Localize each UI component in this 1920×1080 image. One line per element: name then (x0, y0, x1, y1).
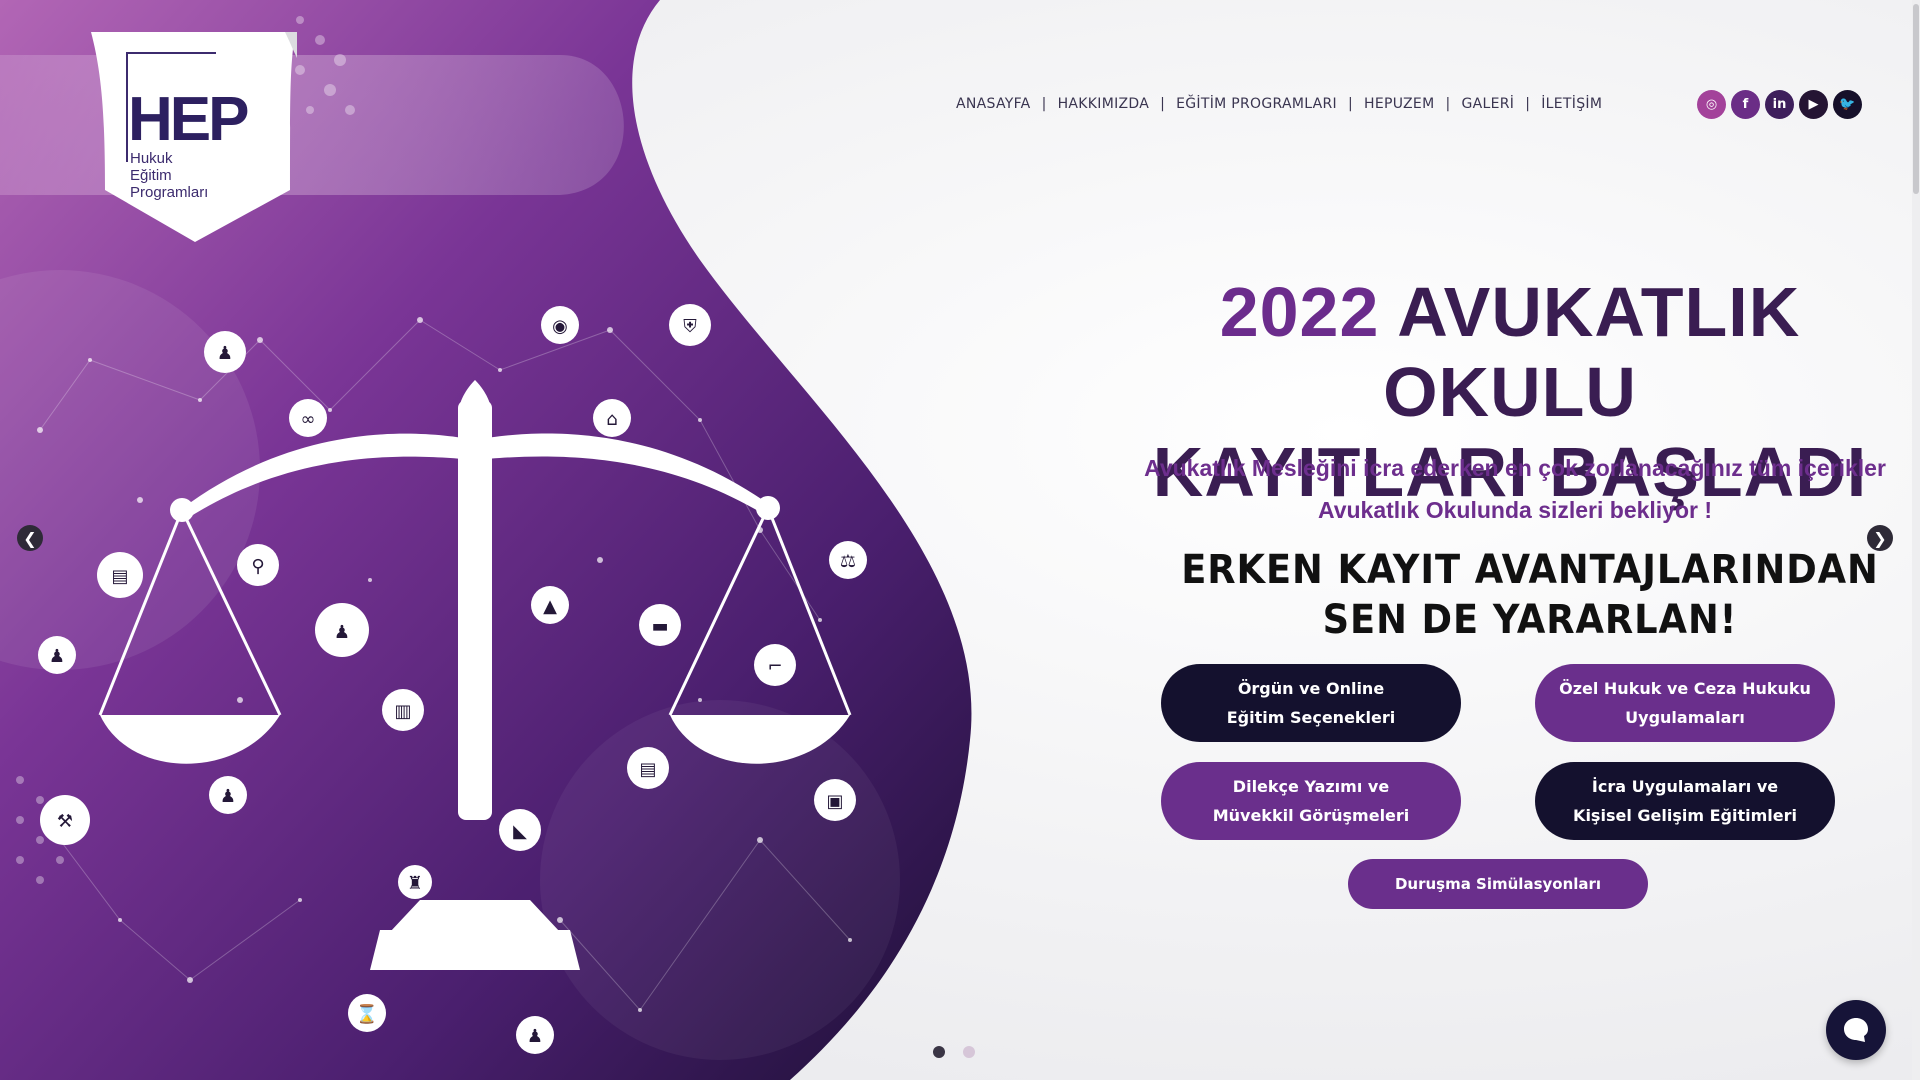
instagram-icon[interactable]: ◎ (1697, 90, 1726, 119)
nav-hepuzem[interactable]: HEPUZEM (1364, 96, 1434, 112)
button-line: Özel Hukuk ve Ceza Hukuku (1559, 679, 1811, 698)
button-ozel-ceza-hukuku[interactable]: Özel Hukuk ve Ceza Hukuku Uygulamaları (1535, 664, 1835, 742)
nav-separator: | (1445, 96, 1451, 112)
chat-bubble-icon (1844, 1018, 1868, 1042)
slider-next-arrow-icon[interactable]: ❯ (1867, 525, 1893, 551)
facebook-icon[interactable]: f (1731, 90, 1760, 119)
svg-text:♟: ♟ (334, 622, 350, 643)
site-logo[interactable]: HEP Hukuk Eğitim Programları (85, 30, 305, 245)
button-line: Eğitim Seçenekleri (1226, 708, 1396, 727)
button-line: Müvekkil Görüşmeleri (1212, 806, 1410, 825)
nav-iletisim[interactable]: İLETİŞİM (1541, 96, 1602, 112)
main-navigation: ANASAYFA | HAKKIMIZDA | EĞİTİM PROGRAMLA… (956, 96, 1602, 112)
svg-text:⌛: ⌛ (356, 1003, 378, 1025)
svg-text:▥: ▥ (394, 701, 411, 722)
button-orgun-online[interactable]: Örgün ve Online Eğitim Seçenekleri (1161, 664, 1461, 742)
nav-separator: | (1525, 96, 1531, 112)
svg-text:▲: ▲ (543, 596, 557, 617)
svg-text:♟: ♟ (527, 1026, 543, 1047)
page: ♟ ◉ ⛨ ∞ ⌂ ▤ ⚲ ♟ ▲ ▬ ⌐ ⚖ ♟ ▥ ▤ ▣ ♟ ⚒ ◣ ♜ ⌛ ♟ HEP Hukuk … (0, 0, 1920, 1080)
svg-text:♟: ♟ (49, 646, 65, 667)
hero-subtitle-line1: Avukatlık Mesleğini icra ederken en çok … (1144, 455, 1886, 481)
svg-text:⌂: ⌂ (606, 409, 617, 430)
svg-text:▤: ▤ (111, 566, 128, 587)
promo-line1: ERKEN KAYIT AVANTAJLARINDAN (1181, 547, 1879, 593)
hero-subtitle-line2: Avukatlık Okulunda sizleri bekliyor ! (1317, 497, 1713, 523)
nav-egitim-programlari[interactable]: EĞİTİM PROGRAMLARI (1176, 96, 1337, 112)
svg-text:◣: ◣ (513, 821, 527, 842)
button-icra-kisisel-gelisim[interactable]: İcra Uygulamaları ve Kişisel Gelişim Eğit… (1535, 762, 1835, 840)
youtube-icon[interactable]: ▶ (1799, 90, 1828, 119)
hero-title-year: 2022 (1219, 273, 1380, 351)
promo-line2: SEN DE YARARLAN! (1322, 597, 1738, 643)
button-line: Örgün ve Online (1237, 679, 1385, 698)
svg-text:∞: ∞ (301, 409, 316, 430)
logo-line1: Hukuk (130, 150, 173, 167)
hero-title-line1: AVUKATLIK OKULU (1383, 273, 1801, 431)
button-durusma-simulasyonlari[interactable]: Duruşma Simülasyonları (1348, 859, 1648, 909)
nav-separator: | (1347, 96, 1354, 112)
svg-text:⚒: ⚒ (57, 811, 73, 832)
page-scrollbar[interactable] (1912, 0, 1920, 1080)
nav-separator: | (1160, 96, 1166, 112)
logo-badge-shape: HEP Hukuk Eğitim Programları (91, 32, 297, 242)
logo-line3: Programları (130, 184, 208, 201)
nav-galeri[interactable]: GALERİ (1461, 96, 1514, 112)
slider-dot-2[interactable] (963, 1046, 975, 1058)
svg-text:⛨: ⛨ (683, 316, 697, 337)
button-line: Uygulamaları (1625, 708, 1745, 727)
button-dilekce-muvekkil[interactable]: Dilekçe Yazımı ve Müvekkil Görüşmeleri (1161, 762, 1461, 840)
svg-text:♜: ♜ (407, 873, 423, 894)
svg-text:⚖: ⚖ (840, 551, 856, 572)
slider-prev-arrow-icon[interactable]: ❮ (17, 525, 43, 551)
nav-anasayfa[interactable]: ANASAYFA (956, 96, 1031, 112)
twitter-icon[interactable]: 🐦 (1833, 90, 1862, 119)
logo-line2: Eğitim (130, 167, 172, 184)
scrollbar-thumb[interactable] (1913, 4, 1919, 194)
svg-text:◉: ◉ (552, 316, 568, 337)
svg-text:♟: ♟ (220, 786, 236, 807)
svg-text:⌐: ⌐ (767, 656, 782, 677)
logo-mark: HEP (128, 85, 248, 154)
svg-text:⚲: ⚲ (251, 556, 264, 577)
scale-of-justice-illustration: ♟ ◉ ⛨ ∞ ⌂ ▤ ⚲ ♟ ▲ ▬ ⌐ ⚖ ♟ ▥ ▤ ▣ ♟ ⚒ ◣ ♜ ⌛ ♟ (37, 304, 867, 1054)
slider-pagination (933, 1046, 975, 1058)
button-line: Dilekçe Yazımı ve (1232, 777, 1390, 796)
nav-separator: | (1041, 96, 1047, 112)
svg-text:▬: ▬ (651, 616, 668, 637)
linkedin-icon[interactable]: in (1765, 90, 1794, 119)
early-registration-promo: ERKEN KAYIT AVANTAJLARINDAN SEN DE YARAR… (1180, 545, 1879, 645)
slider-dot-1[interactable] (933, 1046, 945, 1058)
button-line: Kişisel Gelişim Eğitimleri (1573, 806, 1797, 825)
hero-subtitle: Avukatlık Mesleğini icra ederken en çok … (1130, 447, 1900, 531)
svg-text:▣: ▣ (826, 791, 843, 812)
social-links: ◎ f in ▶ 🐦 (1697, 90, 1862, 119)
svg-text:♟: ♟ (217, 343, 233, 364)
button-line: İcra Uygulamaları ve (1591, 777, 1779, 796)
svg-text:▤: ▤ (639, 759, 656, 780)
chat-widget-button[interactable] (1826, 1000, 1886, 1060)
nav-hakkimizda[interactable]: HAKKIMIZDA (1058, 96, 1150, 112)
